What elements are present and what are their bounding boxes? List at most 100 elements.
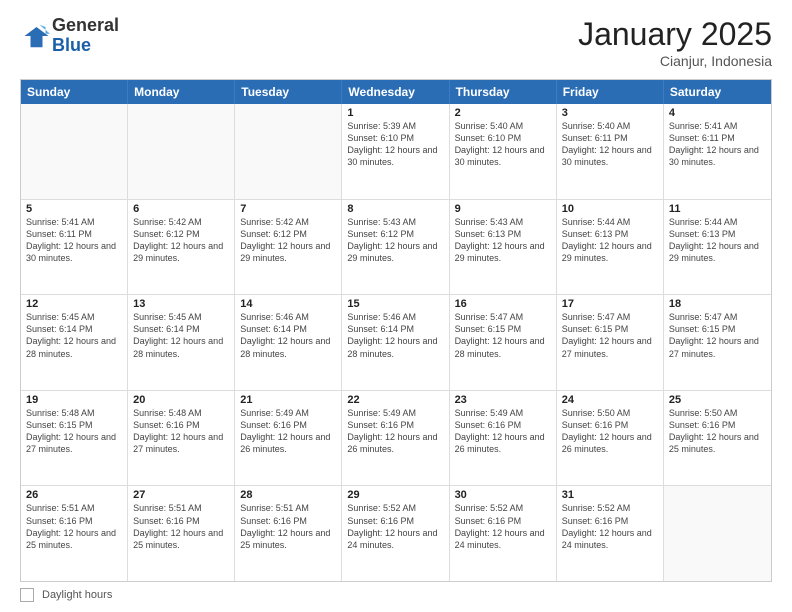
day-number: 31 <box>562 489 658 501</box>
day-header-wednesday: Wednesday <box>342 80 449 104</box>
day-cell-23: 23Sunrise: 5:49 AM Sunset: 6:16 PM Dayli… <box>450 391 557 486</box>
day-number: 5 <box>26 203 122 215</box>
day-cell-22: 22Sunrise: 5:49 AM Sunset: 6:16 PM Dayli… <box>342 391 449 486</box>
day-cell-8: 8Sunrise: 5:43 AM Sunset: 6:12 PM Daylig… <box>342 200 449 295</box>
day-number: 2 <box>455 107 551 119</box>
day-number: 14 <box>240 298 336 310</box>
calendar-row-0: 1Sunrise: 5:39 AM Sunset: 6:10 PM Daylig… <box>21 104 771 199</box>
day-cell-30: 30Sunrise: 5:52 AM Sunset: 6:16 PM Dayli… <box>450 486 557 581</box>
day-info: Sunrise: 5:46 AM Sunset: 6:14 PM Dayligh… <box>240 311 336 360</box>
calendar-row-3: 19Sunrise: 5:48 AM Sunset: 6:15 PM Dayli… <box>21 390 771 486</box>
day-cell-25: 25Sunrise: 5:50 AM Sunset: 6:16 PM Dayli… <box>664 391 771 486</box>
day-info: Sunrise: 5:50 AM Sunset: 6:16 PM Dayligh… <box>562 407 658 456</box>
day-header-monday: Monday <box>128 80 235 104</box>
day-cell-9: 9Sunrise: 5:43 AM Sunset: 6:13 PM Daylig… <box>450 200 557 295</box>
calendar: SundayMondayTuesdayWednesdayThursdayFrid… <box>20 79 772 582</box>
calendar-row-1: 5Sunrise: 5:41 AM Sunset: 6:11 PM Daylig… <box>21 199 771 295</box>
calendar-row-2: 12 Sunrise: 5:45 AM Sunset: 6:14 PM Dayli… <box>21 294 771 390</box>
day-info: Sunrise: 5:52 AM Sunset: 6:16 PM Dayligh… <box>455 502 551 551</box>
daylight-label: Daylight hours <box>42 589 112 601</box>
day-info: Sunrise: 5:42 AM Sunset: 6:12 PM Dayligh… <box>133 216 229 265</box>
day-number: 7 <box>240 203 336 215</box>
day-header-thursday: Thursday <box>450 80 557 104</box>
day-cell-15: 15Sunrise: 5:46 AM Sunset: 6:14 PM Dayli… <box>342 295 449 390</box>
day-info: Sunrise: 5:50 AM Sunset: 6:16 PM Dayligh… <box>669 407 766 456</box>
day-number: 28 <box>240 489 336 501</box>
day-cell-21: 21Sunrise: 5:49 AM Sunset: 6:16 PM Dayli… <box>235 391 342 486</box>
title-block: January 2025 Cianjur, Indonesia <box>578 16 772 69</box>
day-cell-3: 3Sunrise: 5:40 AM Sunset: 6:11 PM Daylig… <box>557 104 664 199</box>
logo-general: General <box>52 16 119 36</box>
day-info: Sunrise: 5:46 AM Sunset: 6:14 PM Dayligh… <box>347 311 443 360</box>
day-number: 27 <box>133 489 229 501</box>
day-info: Sunrise: 5:51 AM Sunset: 6:16 PM Dayligh… <box>240 502 336 551</box>
day-number: 26 <box>26 489 122 501</box>
day-number: 3 <box>562 107 658 119</box>
day-cell-10: 10Sunrise: 5:44 AM Sunset: 6:13 PM Dayli… <box>557 200 664 295</box>
day-number: 24 <box>562 394 658 406</box>
day-cell-1: 1Sunrise: 5:39 AM Sunset: 6:10 PM Daylig… <box>342 104 449 199</box>
day-cell-2: 2Sunrise: 5:40 AM Sunset: 6:10 PM Daylig… <box>450 104 557 199</box>
day-info: Sunrise: 5:52 AM Sunset: 6:16 PM Dayligh… <box>347 502 443 551</box>
day-number: 17 <box>562 298 658 310</box>
day-header-sunday: Sunday <box>21 80 128 104</box>
day-info: Sunrise: 5:41 AM Sunset: 6:11 PM Dayligh… <box>669 120 766 169</box>
day-cell-12: 12Sunrise: 5:45 AM Sunset: 6:14 PM Dayli… <box>21 295 128 390</box>
day-cell-27: 27Sunrise: 5:51 AM Sunset: 6:16 PM Dayli… <box>128 486 235 581</box>
day-number: 13 <box>133 298 229 310</box>
day-info: Sunrise: 5:39 AM Sunset: 6:10 PM Dayligh… <box>347 120 443 169</box>
page: General Blue January 2025 Cianjur, Indon… <box>0 0 792 612</box>
day-info: Sunrise: 5:52 AM Sunset: 6:16 PM Dayligh… <box>562 502 658 551</box>
logo-icon <box>20 21 50 51</box>
day-info: Sunrise: 5:51 AM Sunset: 6:16 PM Dayligh… <box>133 502 229 551</box>
day-info: Sunrise: 5:49 AM Sunset: 6:16 PM Dayligh… <box>347 407 443 456</box>
day-cell-5: 5Sunrise: 5:41 AM Sunset: 6:11 PM Daylig… <box>21 200 128 295</box>
day-number: 12 <box>26 298 122 310</box>
day-info: Sunrise: 5:43 AM Sunset: 6:12 PM Dayligh… <box>347 216 443 265</box>
calendar-header: SundayMondayTuesdayWednesdayThursdayFrid… <box>21 80 771 104</box>
day-cell-26: 26Sunrise: 5:51 AM Sunset: 6:16 PM Dayli… <box>21 486 128 581</box>
day-header-saturday: Saturday <box>664 80 771 104</box>
day-info: Sunrise: 5:40 AM Sunset: 6:11 PM Dayligh… <box>562 120 658 169</box>
day-cell-14: 14Sunrise: 5:46 AM Sunset: 6:14 PM Dayli… <box>235 295 342 390</box>
day-cell-18: 18Sunrise: 5:47 AM Sunset: 6:15 PM Dayli… <box>664 295 771 390</box>
day-info: Sunrise: 5:40 AM Sunset: 6:10 PM Dayligh… <box>455 120 551 169</box>
day-info: Sunrise: 5:47 AM Sunset: 6:15 PM Dayligh… <box>669 311 766 360</box>
day-cell-empty <box>235 104 342 199</box>
day-number: 25 <box>669 394 766 406</box>
day-cell-empty <box>128 104 235 199</box>
day-cell-19: 19Sunrise: 5:48 AM Sunset: 6:15 PM Dayli… <box>21 391 128 486</box>
day-number: 16 <box>455 298 551 310</box>
day-number: 23 <box>455 394 551 406</box>
day-cell-4: 4Sunrise: 5:41 AM Sunset: 6:11 PM Daylig… <box>664 104 771 199</box>
day-info: Sunrise: 5:49 AM Sunset: 6:16 PM Dayligh… <box>240 407 336 456</box>
day-info: Sunrise: 5:51 AM Sunset: 6:16 PM Dayligh… <box>26 502 122 551</box>
day-cell-28: 28Sunrise: 5:51 AM Sunset: 6:16 PM Dayli… <box>235 486 342 581</box>
day-cell-20: 20Sunrise: 5:48 AM Sunset: 6:16 PM Dayli… <box>128 391 235 486</box>
day-number: 21 <box>240 394 336 406</box>
day-cell-empty <box>664 486 771 581</box>
day-cell-6: 6Sunrise: 5:42 AM Sunset: 6:12 PM Daylig… <box>128 200 235 295</box>
day-number: 8 <box>347 203 443 215</box>
day-header-friday: Friday <box>557 80 664 104</box>
day-number: 4 <box>669 107 766 119</box>
day-info: Sunrise: 5:44 AM Sunset: 6:13 PM Dayligh… <box>562 216 658 265</box>
day-number: 18 <box>669 298 766 310</box>
header: General Blue January 2025 Cianjur, Indon… <box>20 16 772 69</box>
day-info: Sunrise: 5:48 AM Sunset: 6:15 PM Dayligh… <box>26 407 122 456</box>
day-info: Sunrise: 5:49 AM Sunset: 6:16 PM Dayligh… <box>455 407 551 456</box>
day-cell-31: 31Sunrise: 5:52 AM Sunset: 6:16 PM Dayli… <box>557 486 664 581</box>
day-header-tuesday: Tuesday <box>235 80 342 104</box>
day-number: 30 <box>455 489 551 501</box>
day-number: 9 <box>455 203 551 215</box>
day-info: Sunrise: 5:43 AM Sunset: 6:13 PM Dayligh… <box>455 216 551 265</box>
day-cell-13: 13Sunrise: 5:45 AM Sunset: 6:14 PM Dayli… <box>128 295 235 390</box>
day-info: Sunrise: 5:41 AM Sunset: 6:11 PM Dayligh… <box>26 216 122 265</box>
day-info: Sunrise: 5:42 AM Sunset: 6:12 PM Dayligh… <box>240 216 336 265</box>
day-cell-empty <box>21 104 128 199</box>
day-info: Sunrise: 5:47 AM Sunset: 6:15 PM Dayligh… <box>455 311 551 360</box>
day-info: Sunrise: 5:48 AM Sunset: 6:16 PM Dayligh… <box>133 407 229 456</box>
day-info: Sunrise: 5:45 AM Sunset: 6:14 PM Dayligh… <box>133 311 229 360</box>
logo-blue: Blue <box>52 36 119 56</box>
month-title: January 2025 <box>578 16 772 53</box>
